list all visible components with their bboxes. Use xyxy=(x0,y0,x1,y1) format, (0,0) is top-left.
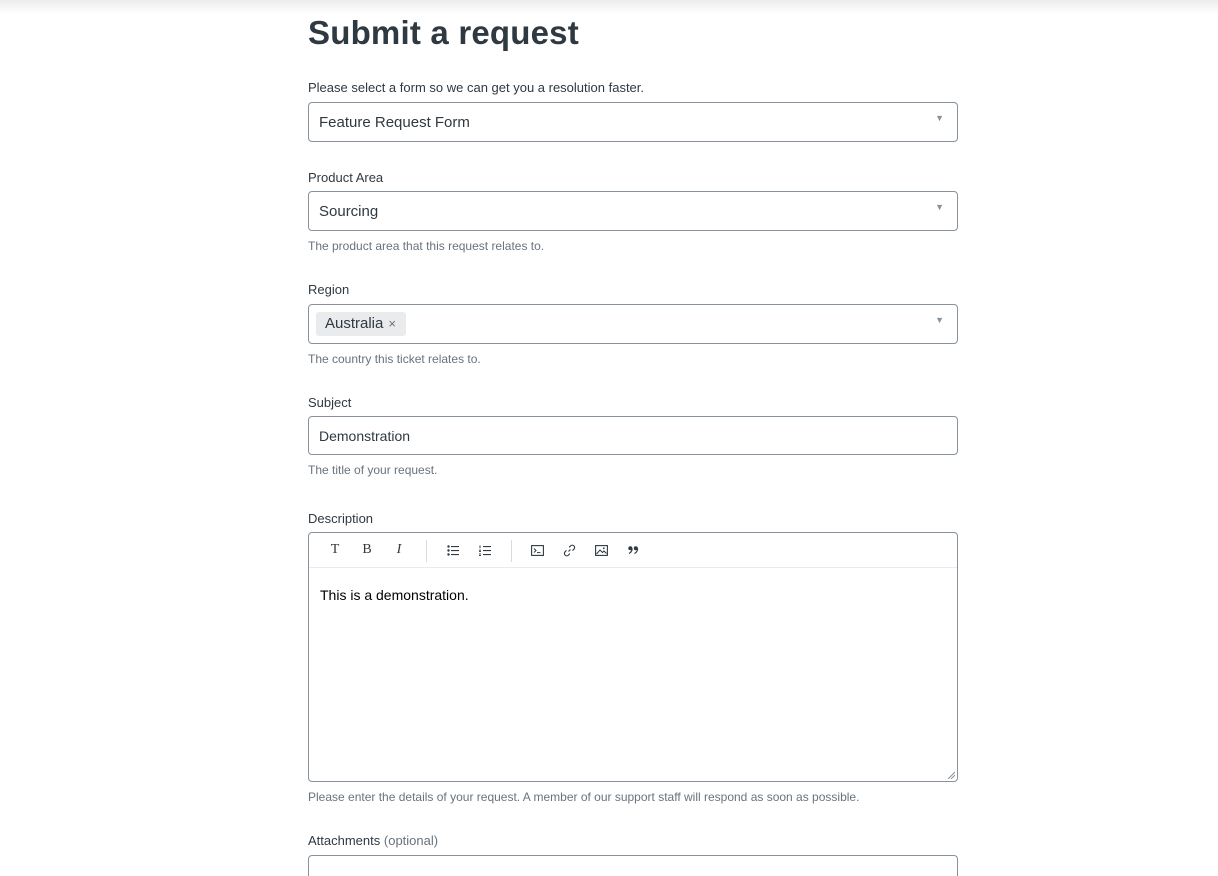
product-area-value: Sourcing xyxy=(319,203,379,220)
code-block-icon xyxy=(530,544,544,556)
image-button[interactable] xyxy=(592,541,610,559)
region-hint: The country this ticket relates to. xyxy=(308,352,481,366)
resize-handle-icon[interactable] xyxy=(947,771,955,779)
bullet-list-button[interactable] xyxy=(444,541,462,559)
product-area-hint: The product area that this request relat… xyxy=(308,239,545,253)
editor-toolbar: T B I xyxy=(309,533,957,568)
code-block-button[interactable] xyxy=(528,541,546,559)
form-selector-dropdown[interactable]: Feature Request Form ▼ xyxy=(308,102,958,142)
numbered-list-icon xyxy=(479,545,491,556)
italic-button[interactable]: I xyxy=(390,541,408,559)
subject-hint: The title of your request. xyxy=(308,463,438,477)
attachments-dropzone[interactable] xyxy=(308,855,958,876)
attachments-optional-label: (optional) xyxy=(383,833,439,848)
bullet-list-icon xyxy=(447,544,459,556)
quote-button[interactable] xyxy=(624,541,642,559)
region-tag-label: Australia xyxy=(325,315,384,332)
region-tag: Australia × xyxy=(316,312,406,336)
subject-input[interactable]: Demonstration xyxy=(308,416,958,455)
numbered-list-button[interactable] xyxy=(476,541,494,559)
caret-down-icon: ▼ xyxy=(935,315,944,325)
top-shadow xyxy=(0,0,1218,14)
image-icon xyxy=(594,544,608,556)
product-area-dropdown[interactable]: Sourcing ▼ xyxy=(308,191,958,231)
form-selector-label: Please select a form so we can get you a… xyxy=(308,80,645,95)
description-hint: Please enter the details of your request… xyxy=(308,790,860,804)
link-icon xyxy=(563,544,575,556)
product-area-label: Product Area xyxy=(308,170,384,185)
subject-label: Subject xyxy=(308,395,352,410)
form-selector-value: Feature Request Form xyxy=(319,114,470,131)
tag-remove-icon[interactable]: × xyxy=(388,316,396,331)
text-style-button[interactable]: T xyxy=(326,541,344,559)
attachments-label-text: Attachments xyxy=(308,833,381,848)
description-content: This is a demonstration. xyxy=(320,587,469,603)
region-label: Region xyxy=(308,282,350,297)
page-title: Submit a request xyxy=(308,14,579,51)
region-multiselect[interactable]: Australia × ▼ xyxy=(308,304,958,344)
attachments-label: Attachments (optional) xyxy=(308,833,438,848)
quote-icon xyxy=(627,546,638,554)
bold-button[interactable]: B xyxy=(358,541,376,559)
toolbar-separator xyxy=(426,540,427,562)
caret-down-icon: ▼ xyxy=(935,113,944,123)
link-button[interactable] xyxy=(560,541,578,559)
description-label: Description xyxy=(308,511,374,526)
caret-down-icon: ▼ xyxy=(935,202,944,212)
toolbar-separator xyxy=(511,540,512,562)
subject-value: Demonstration xyxy=(319,428,411,444)
description-editor[interactable]: T B I This is a demonstration. xyxy=(308,532,958,782)
